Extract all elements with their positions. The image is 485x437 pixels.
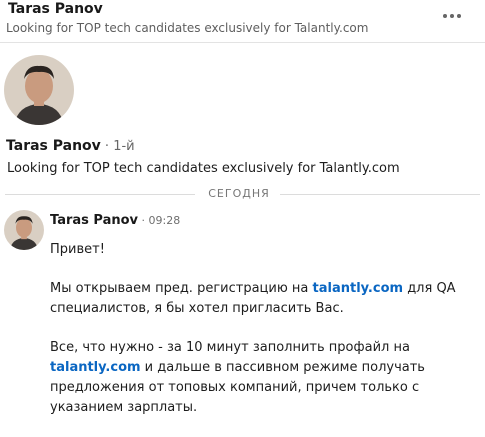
date-divider-label: СЕГОДНЯ	[208, 187, 270, 200]
profile-headline: Looking for TOP tech candidates exclusiv…	[7, 161, 400, 176]
divider-line-left	[5, 194, 195, 195]
message-sender-avatar[interactable]	[4, 210, 44, 250]
message-header: Taras Panov · 09:28	[50, 213, 180, 228]
message-sender-name[interactable]: Taras Panov	[50, 213, 138, 228]
message-timestamp: · 09:28	[138, 214, 181, 227]
connection-degree: · 1-й	[100, 139, 135, 154]
header-contact-name[interactable]: Taras Panov	[8, 1, 103, 17]
more-options-icon[interactable]	[438, 8, 466, 24]
talantly-link[interactable]: talantly.com	[50, 360, 141, 375]
message-text: Мы открываем пред. регистрацию на	[50, 281, 313, 296]
profile-name[interactable]: Taras Panov · 1-й	[6, 138, 135, 154]
message-paragraph-2: Все, что нужно - за 10 минут заполнить п…	[50, 338, 480, 418]
conversation-header: Taras Panov Looking for TOP tech candida…	[0, 0, 485, 43]
profile-name-text[interactable]: Taras Panov	[6, 138, 101, 154]
message-paragraph-1: Мы открываем пред. регистрацию на talant…	[50, 279, 480, 319]
profile-avatar[interactable]	[4, 55, 74, 125]
message-body: Привет! Мы открываем пред. регистрацию н…	[50, 240, 480, 437]
message-greeting: Привет!	[50, 242, 105, 257]
header-contact-headline: Looking for TOP tech candidates exclusiv…	[6, 21, 369, 35]
divider-line-right	[280, 194, 480, 195]
message-text: Все, что нужно - за 10 минут заполнить п…	[50, 340, 410, 355]
talantly-link[interactable]: talantly.com	[313, 281, 404, 296]
date-divider: СЕГОДНЯ	[0, 187, 485, 201]
